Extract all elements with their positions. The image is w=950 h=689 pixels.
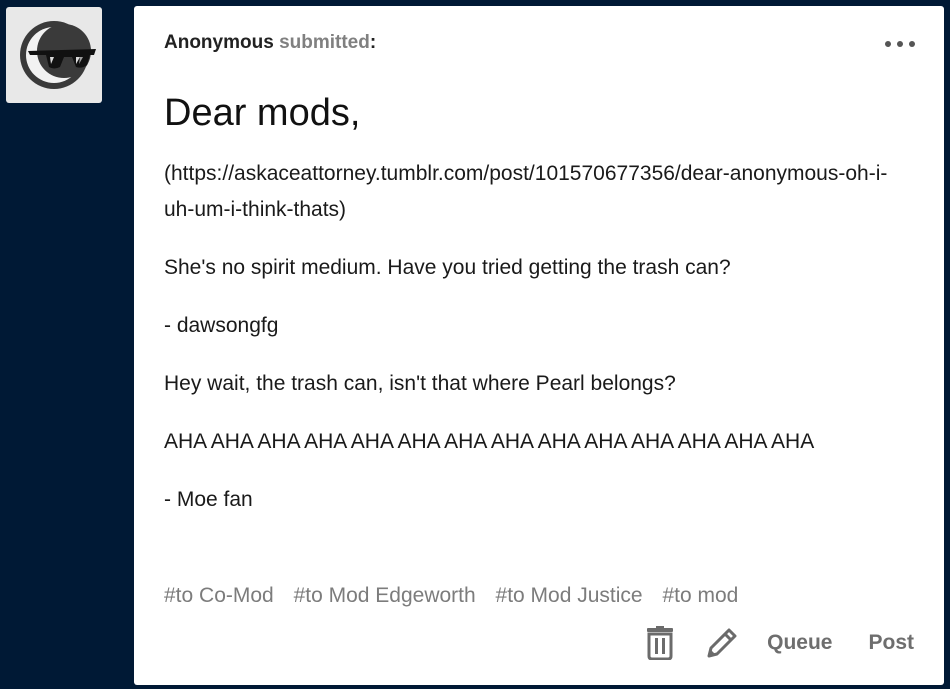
header-colon: : <box>369 32 377 53</box>
tag-mod-justice[interactable]: #to Mod Justice <box>496 584 643 607</box>
delete-button[interactable] <box>643 625 677 661</box>
more-dots-icon <box>885 41 891 47</box>
avatar[interactable] <box>6 7 102 103</box>
post-paragraph: She's no spirit medium. Have you tried g… <box>164 256 731 279</box>
dashboard-page: Anonymous submitted: Dear mods, (https:/… <box>0 0 950 689</box>
crescent-sunglasses-avatar-icon <box>20 21 96 89</box>
tag-mod[interactable]: #to mod <box>662 584 738 607</box>
more-dots-icon <box>897 41 903 47</box>
tag-list: #to Co-Mod #to Mod Edgeworth #to Mod Jus… <box>164 581 752 611</box>
post-footer: Queue Post <box>643 623 914 663</box>
post-paragraph: - Moe fan <box>164 488 253 511</box>
submitted-label: submitted <box>279 32 370 53</box>
author-name[interactable]: Anonymous <box>164 32 274 53</box>
post-body: (https://askaceattorney.tumblr.com/post/… <box>164 156 894 540</box>
post-paragraph-link: (https://askaceattorney.tumblr.com/post/… <box>164 162 888 221</box>
more-options-button[interactable] <box>884 34 916 54</box>
queue-button[interactable]: Queue <box>767 631 832 655</box>
more-dots-icon <box>909 41 915 47</box>
post-card: Anonymous submitted: Dear mods, (https:/… <box>134 6 944 685</box>
trash-icon <box>647 626 674 660</box>
post-title: Dear mods, <box>164 92 361 134</box>
post-paragraph: AHA AHA AHA AHA AHA AHA AHA AHA AHA AHA … <box>164 430 815 453</box>
post-paragraph: Hey wait, the trash can, isn't that wher… <box>164 372 676 395</box>
post-button[interactable]: Post <box>868 631 914 655</box>
post-paragraph: - dawsongfg <box>164 314 279 337</box>
post-header: Anonymous submitted: <box>164 32 376 54</box>
edit-button[interactable] <box>705 625 739 661</box>
tag-mod-edgeworth[interactable]: #to Mod Edgeworth <box>294 584 476 607</box>
pencil-icon <box>707 628 737 658</box>
tag-co-mod[interactable]: #to Co-Mod <box>164 584 274 607</box>
